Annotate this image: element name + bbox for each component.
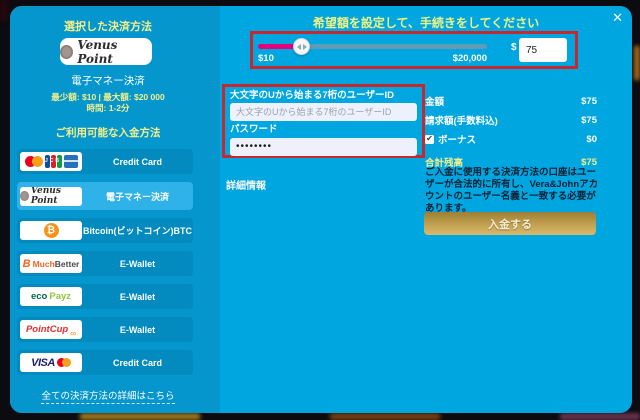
slider-fill <box>258 44 297 49</box>
user-id-input[interactable] <box>230 103 417 121</box>
venus-point-coin-icon <box>20 191 29 201</box>
method-row-ecopayz[interactable]: ecoPayz E-Wallet <box>17 284 193 309</box>
account-ownership-disclaimer: ご入金に使用する決済方法の口座はユーザーが合法的に所有し、Vera&Johnアカ… <box>425 167 603 216</box>
visa-mastercard-logo-icon: VISA <box>20 353 82 372</box>
method-label: Bitcoin(ビットコイン)BTC <box>82 224 193 237</box>
method-label: Credit Card <box>82 157 193 167</box>
method-label: E-Wallet <box>82 292 193 302</box>
venus-point-mini-logo-icon: Venus Point <box>20 187 82 206</box>
method-row-muchbetter[interactable]: B MuchBetter E-Wallet <box>17 251 193 276</box>
ecopayz-logo-icon: ecoPayz <box>20 287 82 306</box>
deposit-main-panel: 希望額を設定して、手続きをしてください ✕ $10 $20,000 $ 大文字の… <box>220 6 632 413</box>
currency-symbol: $ <box>511 42 517 53</box>
summary-row-charge: 請求額(手数料込) $75 <box>425 113 597 127</box>
selected-method-type: 電子マネー決済 <box>10 73 206 88</box>
slider-arrow-right-icon <box>303 44 307 50</box>
method-row-pointcup[interactable]: PointCupco E-Wallet <box>17 317 193 342</box>
background-art <box>634 46 640 80</box>
summary-row-amount: 金額 $75 <box>425 94 597 108</box>
modal-title: 希望額を設定して、手続きをしてください <box>220 14 632 31</box>
background-art <box>80 413 200 420</box>
total-value: $75 <box>581 157 597 168</box>
bonus-label: ボーナス <box>438 132 476 146</box>
close-icon[interactable]: ✕ <box>612 11 623 24</box>
background-art <box>0 0 8 22</box>
method-row-bitcoin[interactable]: ₿ Bitcoin(ビットコイン)BTC <box>17 218 193 243</box>
payment-method-list: JCB Credit Card Venus Point 電子マネー決済 ₿ Bi… <box>17 149 193 383</box>
password-label: パスワード <box>230 124 417 136</box>
method-label: 電子マネー決済 <box>82 190 193 203</box>
visa-icon: VISA <box>31 357 55 369</box>
pointcup-logo-icon: PointCupco <box>20 320 82 339</box>
credentials-box: 大文字のUから始まる7桁のユーザーID パスワード <box>222 84 425 158</box>
method-row-venus-point[interactable]: Venus Point 電子マネー決済 <box>17 182 193 210</box>
details-link[interactable]: 詳細情報 <box>226 177 266 192</box>
mastercard-icon <box>25 156 43 167</box>
credit-card-logos-icon: JCB <box>20 152 82 171</box>
amount-selector-box: $10 $20,000 $ <box>250 31 578 69</box>
bitcoin-logo-icon: ₿ <box>20 221 82 240</box>
deposit-modal: 選択した決済方法 Venus Point 電子マネー決済 最少額: $10 | … <box>10 6 632 413</box>
selected-method-time: 時間: 1-2分 <box>10 102 206 114</box>
slider-min-label: $10 <box>258 53 274 64</box>
venus-point-coin-icon <box>60 45 73 59</box>
password-input[interactable] <box>230 138 417 156</box>
venus-point-logo: Venus Point <box>60 38 152 65</box>
slider-range-labels: $10 $20,000 <box>258 53 487 64</box>
slider-arrow-left-icon <box>297 44 301 50</box>
sidebar: 選択した決済方法 Venus Point 電子マネー決済 最少額: $10 | … <box>10 6 220 413</box>
method-row-visa[interactable]: VISA Credit Card <box>17 350 193 375</box>
amount-input[interactable] <box>519 38 567 62</box>
bonus-value: $0 <box>586 134 597 145</box>
amount-value: $75 <box>581 96 597 107</box>
muchbetter-b-icon: B <box>23 258 31 270</box>
background-art <box>560 413 640 420</box>
amount-slider[interactable] <box>258 44 487 49</box>
method-row-credit-card[interactable]: JCB Credit Card <box>17 149 193 174</box>
amex-icon <box>64 155 78 168</box>
bonus-checkbox[interactable]: ✔ <box>425 135 434 144</box>
amount-label: 金額 <box>425 94 444 108</box>
charge-label: 請求額(手数料込) <box>425 113 498 127</box>
slider-max-label: $20,000 <box>453 53 487 64</box>
selected-method-title: 選択した決済方法 <box>10 18 206 34</box>
deposit-submit-button[interactable]: 入金する <box>424 212 596 235</box>
user-id-label: 大文字のUから始まる7桁のユーザーID <box>230 90 417 102</box>
bitcoin-icon: ₿ <box>44 223 59 238</box>
charge-value: $75 <box>581 115 597 126</box>
venus-point-logo-text: Venus Point <box>77 38 152 66</box>
all-methods-details-link[interactable]: 全ての決済方法の詳細はこちら <box>10 388 206 402</box>
method-label: Credit Card <box>82 358 193 368</box>
mastercard-icon <box>57 358 71 367</box>
jcb-icon: JCB <box>45 155 62 168</box>
deposit-summary: 金額 $75 請求額(手数料込) $75 ✔ ボーナス $0 合計残高 $75 <box>425 94 597 174</box>
muchbetter-logo-icon: B MuchBetter <box>20 254 82 273</box>
available-methods-title: ご利用可能な入金方法 <box>10 125 206 140</box>
background-art <box>330 413 440 420</box>
summary-row-bonus: ✔ ボーナス $0 <box>425 132 597 146</box>
method-label: E-Wallet <box>82 325 193 335</box>
method-label: E-Wallet <box>82 259 193 269</box>
